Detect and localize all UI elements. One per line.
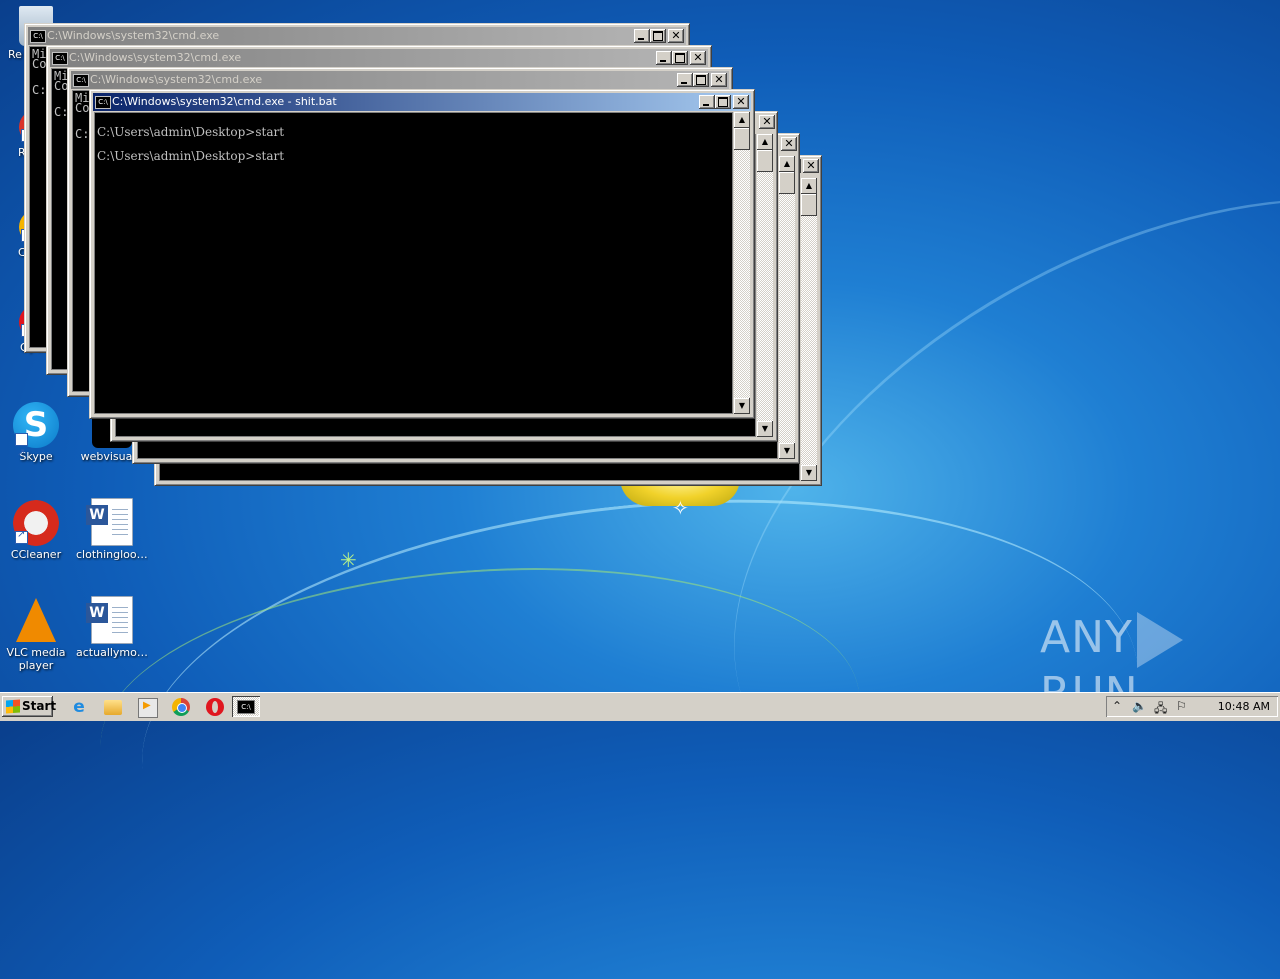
- internet-explorer-icon[interactable]: e: [70, 698, 88, 716]
- close-button[interactable]: ✕: [803, 159, 819, 173]
- play-logo-icon: [1136, 612, 1183, 668]
- minimize-button[interactable]: [677, 73, 693, 87]
- scroll-thumb[interactable]: [734, 128, 750, 150]
- title-bar[interactable]: C:\ C:\Windows\system32\cmd.exe - shit.b…: [93, 93, 751, 111]
- volume-icon[interactable]: 🔈: [1132, 699, 1147, 713]
- maximize-button[interactable]: [672, 51, 688, 65]
- desktop-icon-label: clothinglooki...: [76, 548, 148, 561]
- vertical-scrollbar[interactable]: ▲ ▼: [734, 112, 750, 414]
- media-player-icon[interactable]: [138, 698, 158, 718]
- desktop-icon-label: Skype: [19, 450, 53, 463]
- close-button[interactable]: ✕: [733, 95, 749, 109]
- vertical-scrollbar[interactable]: ▲ ▼: [757, 134, 773, 437]
- start-button[interactable]: Start: [2, 696, 57, 717]
- scroll-down-button[interactable]: ▼: [801, 465, 817, 481]
- scroll-up-button[interactable]: ▲: [801, 178, 817, 194]
- scroll-up-button[interactable]: ▲: [757, 134, 773, 150]
- console-line: Co: [32, 57, 47, 71]
- start-label: Start: [22, 699, 57, 713]
- desktop-icon-label: actuallymont...: [76, 646, 148, 659]
- console-line: C:: [75, 127, 90, 141]
- clock[interactable]: 10:48 AM: [1218, 700, 1270, 713]
- window-title: C:\Windows\system32\cmd.exe: [69, 51, 242, 64]
- opera-icon[interactable]: [206, 698, 224, 716]
- minimize-button[interactable]: [699, 95, 715, 109]
- desktop-icon-label: VLC media player: [6, 646, 66, 672]
- scroll-thumb[interactable]: [757, 150, 773, 172]
- scroll-down-button[interactable]: ▼: [757, 421, 773, 437]
- scroll-down-button[interactable]: ▼: [779, 443, 795, 459]
- desktop-icon-actuallymont[interactable]: W actuallymont...: [76, 596, 148, 659]
- window-title: C:\Windows\system32\cmd.exe: [90, 73, 263, 86]
- vertical-scrollbar[interactable]: ▲ ▼: [801, 178, 817, 481]
- console-output: C:\Users\admin\Desktop>start C:\Users\ad…: [94, 112, 733, 414]
- close-button[interactable]: ✕: [668, 29, 684, 43]
- minimize-button[interactable]: [656, 51, 672, 65]
- scroll-down-button[interactable]: ▼: [734, 398, 750, 414]
- maximize-button[interactable]: [693, 73, 709, 87]
- title-bar[interactable]: C:\ C:\Windows\system32\cmd.exe ✕: [71, 71, 729, 89]
- scroll-thumb[interactable]: [779, 172, 795, 194]
- wallpaper-sparkle: ✧: [672, 496, 689, 520]
- desktop-icon-skype[interactable]: S Skype: [0, 402, 72, 477]
- close-button[interactable]: ✕: [690, 51, 706, 65]
- wallpaper-sparkle: ✳: [340, 548, 357, 572]
- window-title: C:\Windows\system32\cmd.exe - shit.bat: [112, 95, 337, 108]
- cmd-icon: C:\: [95, 96, 111, 109]
- window-title: C:\Windows\system32\cmd.exe: [47, 29, 220, 42]
- vlc-icon: [16, 598, 56, 642]
- vertical-scrollbar[interactable]: ▲ ▼: [779, 156, 795, 459]
- scroll-up-button[interactable]: ▲: [734, 112, 750, 128]
- cmd-icon: C:\: [30, 30, 46, 43]
- cmd-icon: C:\: [52, 52, 68, 65]
- close-button[interactable]: ✕: [759, 115, 775, 129]
- console-line: C:\Users\admin\Desktop>start: [97, 149, 285, 163]
- scroll-thumb[interactable]: [801, 194, 817, 216]
- system-tray: ⌃ 🔈 🖧 ⚐ 10:48 AM: [1106, 696, 1278, 717]
- desktop-icon-clothinglooki[interactable]: W clothinglooki...: [76, 498, 148, 561]
- console-line: C:: [32, 83, 47, 97]
- action-center-flag-icon[interactable]: ⚐: [1176, 699, 1187, 713]
- windows-logo-icon: [6, 699, 20, 714]
- cmd-icon: C:\: [73, 74, 89, 87]
- cmd-window-active[interactable]: C:\ C:\Windows\system32\cmd.exe - shit.b…: [89, 89, 755, 419]
- watermark-text-left: ANY: [1040, 612, 1133, 663]
- ccleaner-icon: [13, 500, 59, 546]
- tray-expand-icon[interactable]: ⌃: [1112, 699, 1122, 713]
- taskbar-item-cmd[interactable]: C:\: [232, 696, 260, 717]
- title-bar[interactable]: C:\ C:\Windows\system32\cmd.exe ✕: [28, 27, 686, 45]
- console-line: C:\Users\admin\Desktop>start: [97, 125, 285, 139]
- word-document-icon: W: [86, 498, 133, 546]
- maximize-button[interactable]: [715, 95, 731, 109]
- console-line: Co: [75, 101, 90, 115]
- close-button[interactable]: ✕: [781, 137, 797, 151]
- desktop-icon-ccleaner[interactable]: CCleaner: [0, 500, 72, 561]
- minimize-button[interactable]: [634, 29, 650, 43]
- explorer-folder-icon[interactable]: [104, 700, 122, 715]
- cmd-icon: C:\: [237, 700, 255, 714]
- close-button[interactable]: ✕: [711, 73, 727, 87]
- title-bar[interactable]: C:\ C:\Windows\system32\cmd.exe ✕: [50, 49, 708, 67]
- scroll-up-button[interactable]: ▲: [779, 156, 795, 172]
- maximize-button[interactable]: [650, 29, 666, 43]
- desktop-icon-label: CCleaner: [10, 548, 62, 561]
- desktop-icon-vlc[interactable]: VLC media player: [0, 598, 72, 672]
- chrome-icon[interactable]: [172, 698, 190, 716]
- network-icon[interactable]: 🖧: [1154, 699, 1167, 720]
- word-document-icon: W: [86, 596, 133, 644]
- taskbar: Start e C:\ ⌃ 🔈 🖧 ⚐ 10:48 AM: [0, 692, 1280, 721]
- skype-icon: S: [13, 402, 59, 477]
